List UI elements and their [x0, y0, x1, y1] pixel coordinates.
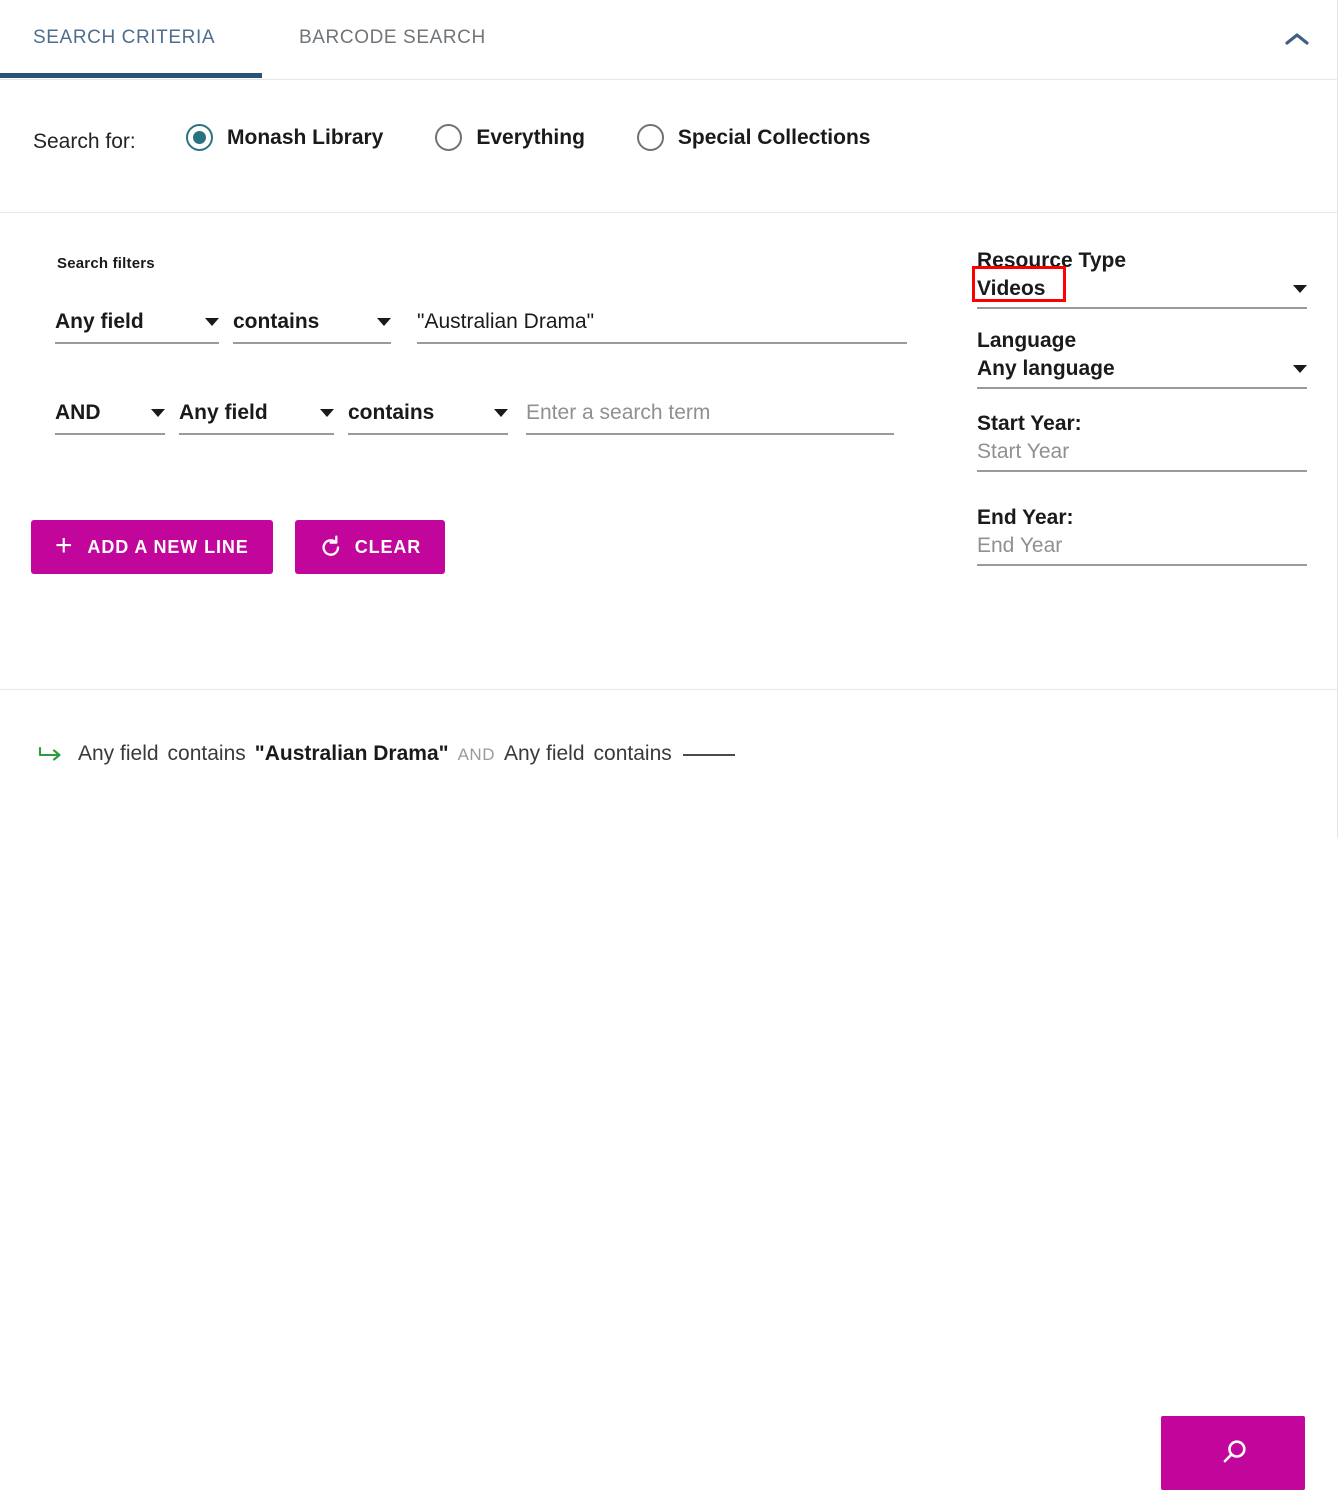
end-year-label: End Year:	[977, 506, 1074, 529]
chevron-up-icon	[1285, 33, 1309, 45]
facet-spacer	[977, 309, 1307, 329]
boolean-select-row2-value: AND	[55, 401, 101, 424]
radio-label-everything: Everything	[476, 125, 585, 149]
field-select-row2-value: Any field	[179, 401, 268, 424]
reset-arrow-icon	[319, 535, 343, 559]
chevron-down-icon	[1293, 285, 1307, 293]
chevron-down-icon	[205, 318, 219, 326]
radio-dot-icon	[193, 131, 206, 144]
language-label: Language	[977, 329, 1077, 352]
field-select-row2[interactable]: Any field	[179, 399, 334, 435]
facet-column: Resource Type Videos Language Any langua…	[972, 249, 1307, 566]
tab-barcode-search[interactable]: BARCODE SEARCH	[299, 0, 486, 76]
search-term-input-row2-placeholder: Enter a search term	[526, 401, 711, 424]
language-value: Any language	[977, 357, 1115, 380]
start-year-label: Start Year:	[977, 412, 1082, 435]
facet-spacer	[977, 389, 1307, 412]
resource-type-value: Videos	[977, 277, 1046, 300]
radio-special-collections[interactable]: Special Collections	[636, 124, 871, 151]
tab-bar: SEARCH CRITERIA BARCODE SEARCH	[0, 0, 1338, 80]
search-footer: Any field contains "Australian Drama" AN…	[0, 690, 1338, 1490]
search-term-input-row1[interactable]: "Australian Drama"	[417, 308, 907, 344]
radio-circle-icon	[435, 124, 463, 151]
radio-circle-icon	[186, 124, 213, 151]
clear-label: CLEAR	[354, 536, 422, 557]
add-a-new-line-button[interactable]: + ADD A NEW LINE	[31, 520, 273, 574]
plus-icon: +	[55, 528, 74, 562]
summary-field-1: Any field	[78, 742, 159, 765]
start-year-input[interactable]: Start Year	[977, 439, 1307, 472]
summary-boolean: AND	[457, 745, 495, 764]
summary-term-2-blank	[682, 754, 735, 756]
end-year-input[interactable]: End Year	[977, 533, 1307, 566]
search-filters-heading: Search filters	[57, 255, 155, 272]
radio-circle-icon	[636, 124, 664, 151]
resource-type-select[interactable]: Videos	[972, 266, 1307, 309]
clear-button[interactable]: CLEAR	[294, 520, 446, 574]
facet-spacer	[977, 472, 1307, 506]
summary-term-1: "Australian Drama"	[254, 742, 449, 765]
search-term-input-row2[interactable]: Enter a search term	[526, 399, 894, 435]
radio-label-monash-library: Monash Library	[227, 125, 384, 149]
radio-monash-library[interactable]: Monash Library	[186, 124, 383, 151]
search-term-input-row1-value: "Australian Drama"	[417, 310, 595, 333]
chevron-down-icon	[1293, 365, 1307, 373]
resource-type-label: Resource Type	[977, 249, 1126, 272]
search-button[interactable]	[1161, 1416, 1305, 1490]
field-select-row1[interactable]: Any field	[55, 308, 219, 344]
filter-row-2: AND Any field contains Enter a search te…	[55, 399, 894, 435]
radio-everything[interactable]: Everything	[435, 124, 585, 151]
filter-row-1: Any field contains "Australian Drama"	[55, 308, 907, 344]
end-year-placeholder: End Year	[977, 534, 1063, 557]
search-scope-radio-group: Monash Library Everything Special Collec…	[186, 124, 870, 151]
summary-field-2: Any field	[503, 742, 585, 765]
search-for-label: Search for:	[33, 130, 136, 153]
search-scope-row: Search for: Monash Library Everything Sp…	[0, 80, 1338, 213]
summary-operator-1: contains	[167, 742, 246, 765]
summary-operator-2: contains	[593, 742, 672, 765]
operator-select-row2[interactable]: contains	[348, 399, 508, 435]
advanced-search-panel: SEARCH CRITERIA BARCODE SEARCH Search fo…	[0, 0, 1338, 1490]
collapse-panel-button[interactable]	[1274, 18, 1320, 60]
add-a-new-line-label: ADD A NEW LINE	[87, 536, 249, 557]
tab-search-criteria[interactable]: SEARCH CRITERIA	[33, 0, 215, 76]
tab-active-indicator	[0, 73, 262, 78]
operator-select-row1-value: contains	[233, 310, 320, 333]
chevron-down-icon	[494, 409, 508, 417]
chevron-down-icon	[320, 409, 334, 417]
radio-label-special-collections: Special Collections	[677, 125, 871, 149]
field-select-row1-value: Any field	[55, 310, 144, 333]
chevron-down-icon	[377, 318, 391, 326]
operator-select-row1[interactable]: contains	[233, 308, 391, 344]
boolean-select-row2[interactable]: AND	[55, 399, 165, 435]
query-summary: Any field contains "Australian Drama" AN…	[38, 742, 735, 766]
filter-actions: + ADD A NEW LINE CLEAR	[31, 520, 446, 574]
search-icon	[1223, 1440, 1246, 1463]
enter-arrow-icon	[38, 744, 64, 767]
operator-select-row2-value: contains	[348, 401, 435, 424]
chevron-down-icon	[151, 409, 165, 417]
language-select[interactable]: Any language	[977, 356, 1307, 389]
start-year-placeholder: Start Year	[977, 440, 1070, 463]
search-body: Search filters Any field contains "Austr…	[0, 213, 1338, 690]
